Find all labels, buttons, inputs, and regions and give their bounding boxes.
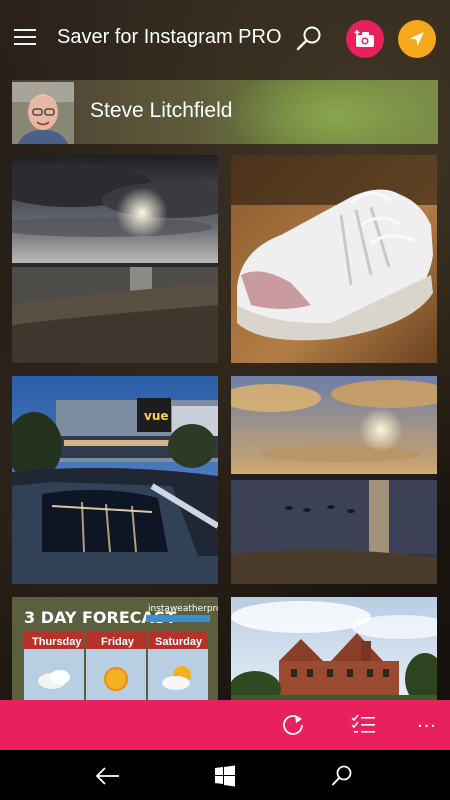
windows-start-icon <box>215 765 235 787</box>
start-button[interactable] <box>211 762 239 790</box>
search-icon <box>331 765 352 786</box>
select-list-icon <box>351 714 375 733</box>
system-search-button[interactable] <box>328 762 356 790</box>
page-title: Saver for Instagram PRO <box>57 26 282 48</box>
more-icon: ... <box>417 709 437 732</box>
refresh-button[interactable] <box>278 710 308 740</box>
forecast-day-3: Saturday <box>155 636 203 648</box>
navigation-arrow-icon <box>410 32 424 46</box>
photo-tile-weather-forecast[interactable]: 3 DAY FORECAST instaweatherpro Thursday … <box>12 597 218 701</box>
svg-text:vue: vue <box>144 409 169 423</box>
camera-icon <box>354 30 374 47</box>
search-button[interactable] <box>294 24 324 54</box>
header: Saver for Instagram PRO <box>0 0 450 78</box>
photo-tile-cinema-promenade[interactable]: vue <box>12 376 218 584</box>
sun-icon <box>104 667 128 691</box>
photo-tile-sunset-beach[interactable] <box>12 155 218 363</box>
profile-name: Steve Litchfield <box>90 99 233 122</box>
forecast-day-1: Thursday <box>32 636 82 648</box>
refresh-icon <box>283 715 303 735</box>
search-icon <box>296 26 321 51</box>
app-bar: ... <box>0 700 450 750</box>
navigation-button[interactable] <box>398 20 436 58</box>
menu-icon[interactable] <box>14 29 36 47</box>
photo-tile-lake-sunset[interactable] <box>231 376 437 584</box>
forecast-brand: instaweatherpro <box>148 604 218 614</box>
avatar <box>12 82 74 144</box>
profile-header[interactable]: Steve Litchfield <box>12 80 438 144</box>
forecast-day-2: Friday <box>101 636 135 648</box>
photo-tile-trainer[interactable] <box>231 155 437 363</box>
system-nav-bar <box>0 750 450 800</box>
select-button[interactable] <box>349 710 379 740</box>
add-camera-button[interactable] <box>346 20 384 58</box>
back-arrow-icon <box>95 767 119 785</box>
more-button[interactable]: ... <box>412 706 442 736</box>
photo-tile-brick-building[interactable] <box>231 597 437 701</box>
back-button[interactable] <box>94 762 122 790</box>
